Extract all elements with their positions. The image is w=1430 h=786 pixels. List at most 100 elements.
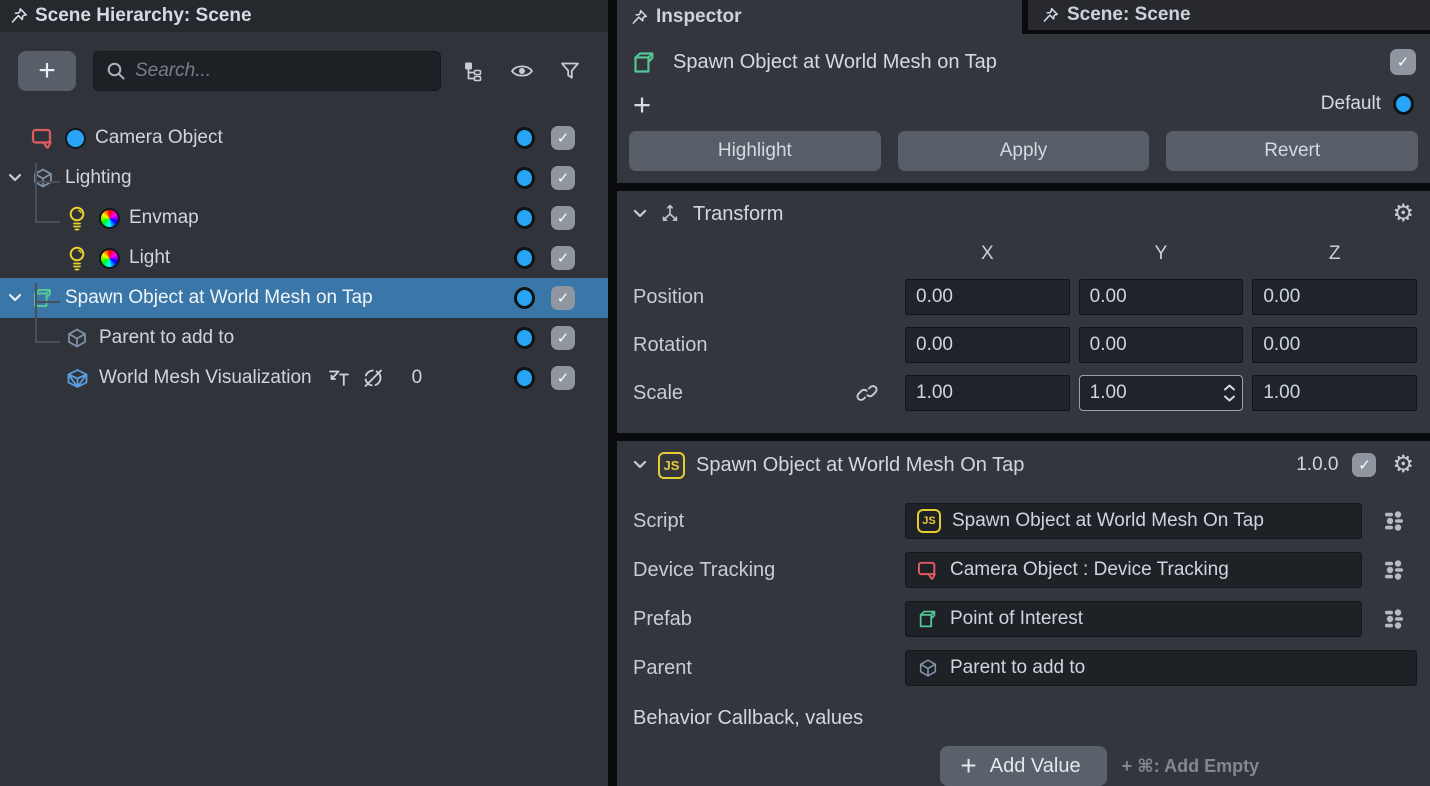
tree-layout-icon[interactable] (462, 60, 485, 83)
script-enabled-checkbox[interactable]: ✓ (1352, 453, 1376, 477)
cube-icon (30, 166, 56, 190)
revert-button[interactable]: Revert (1166, 131, 1418, 171)
tree-row-spawn-object[interactable]: Spawn Object at World Mesh on Tap ✓ (0, 278, 608, 318)
rotation-z-input[interactable] (1252, 327, 1417, 363)
add-component-button[interactable]: + (633, 89, 651, 120)
enabled-checkbox[interactable]: ✓ (551, 126, 575, 150)
script-component-section: JS Spawn Object at World Mesh On Tap 1.0… (617, 441, 1430, 786)
add-object-button[interactable]: + (18, 51, 76, 91)
add-empty-hint: + ⌘: Add Empty (1122, 756, 1430, 777)
enabled-checkbox[interactable]: ✓ (551, 366, 575, 390)
render-layer-dot[interactable] (514, 367, 535, 389)
scene-tree: Camera Object ✓ Lighting ✓ (0, 100, 608, 398)
transform-section: Transform ⚙ X Y Z Position Rotation (617, 191, 1430, 425)
tree-row-envmap[interactable]: Envmap ✓ (0, 198, 608, 238)
script-version: 1.0.0 (1296, 454, 1338, 476)
visibility-eye-icon[interactable] (509, 60, 535, 82)
render-layer-dot[interactable] (514, 127, 535, 149)
tree-guide-line (35, 301, 60, 303)
light-bulb-icon (64, 206, 90, 231)
search-icon (106, 61, 126, 81)
position-z-input[interactable] (1252, 279, 1417, 315)
no-render-icon (361, 366, 385, 390)
apply-button[interactable]: Apply (898, 131, 1150, 171)
search-input[interactable] (135, 60, 428, 82)
link-scale-icon[interactable] (855, 381, 879, 405)
pin-icon (631, 9, 648, 26)
layer-color-swatch (65, 128, 86, 149)
scale-z-input[interactable] (1252, 375, 1417, 411)
lens-studio-window: Scene Hierarchy: Scene + (0, 0, 1430, 786)
object-picker-icon[interactable] (1371, 558, 1417, 582)
render-layer-dot[interactable] (514, 287, 535, 309)
render-order-count: 0 (412, 367, 423, 389)
prefab-box-icon (917, 608, 939, 630)
light-bulb-icon (64, 246, 90, 271)
scene-hierarchy-panel: Scene Hierarchy: Scene + (0, 0, 608, 786)
chevron-down-icon[interactable] (0, 173, 30, 183)
search-box[interactable] (93, 51, 441, 91)
prefab-action-buttons: Highlight Apply Revert (617, 131, 1430, 171)
color-wheel-swatch (99, 248, 120, 269)
section-divider (617, 433, 1430, 441)
enabled-checkbox[interactable]: ✓ (551, 326, 575, 350)
rotation-y-input[interactable] (1079, 327, 1244, 363)
object-picker-icon[interactable] (1371, 509, 1417, 533)
render-layer-dot[interactable] (514, 167, 535, 189)
object-picker-icon[interactable] (1371, 607, 1417, 631)
tree-row-parent-to-add-to[interactable]: Parent to add to ✓ (0, 318, 608, 358)
tab-scene[interactable]: Scene: Scene (1028, 0, 1430, 34)
prefab-field-row: Prefab Point of Interest (617, 601, 1430, 637)
pin-icon (10, 7, 28, 25)
tree-guide-line (35, 181, 60, 183)
axis-z-label: Z (1252, 243, 1417, 265)
camera-icon (917, 561, 939, 580)
object-enabled-checkbox[interactable]: ✓ (1390, 49, 1416, 75)
parent-value-field[interactable]: Parent to add to (905, 650, 1417, 686)
prefab-value-field[interactable]: Point of Interest (905, 601, 1362, 637)
default-layer-label: Default (1321, 93, 1381, 115)
transform-axes-icon (658, 202, 682, 226)
gear-icon[interactable]: ⚙ (1392, 202, 1414, 226)
render-layer-dot[interactable] (514, 207, 535, 229)
color-wheel-swatch (99, 208, 120, 229)
device-tracking-value-field[interactable]: Camera Object : Device Tracking (905, 552, 1362, 588)
add-value-button[interactable]: + Add Value (940, 746, 1106, 786)
enabled-checkbox[interactable]: ✓ (551, 246, 575, 270)
rotation-x-input[interactable] (905, 327, 1070, 363)
tree-row-world-mesh-visualization[interactable]: World Mesh Visualization 0 ✓ (0, 358, 608, 398)
scale-row: Scale (617, 375, 1430, 425)
tree-guide-line (35, 341, 60, 343)
parent-field-row: Parent Parent to add to (617, 650, 1430, 686)
script-field-row: Script JS Spawn Object at World Mesh On … (617, 503, 1430, 539)
section-title: Transform (693, 203, 783, 226)
position-y-input[interactable] (1079, 279, 1244, 315)
script-value-field[interactable]: JS Spawn Object at World Mesh On Tap (905, 503, 1362, 539)
tab-inspector[interactable]: Inspector (617, 0, 1022, 34)
plus-icon: + (960, 752, 976, 780)
chevron-down-icon[interactable] (633, 460, 647, 470)
render-layer-dot[interactable] (514, 327, 535, 349)
chevron-down-icon[interactable] (0, 293, 30, 303)
default-layer-dot[interactable] (1393, 93, 1414, 115)
stepper-arrows[interactable] (1223, 384, 1236, 403)
tree-row-lighting[interactable]: Lighting ✓ (0, 158, 608, 198)
scale-x-input[interactable] (905, 375, 1070, 411)
render-order-icon (326, 367, 350, 389)
chevron-down-icon[interactable] (633, 209, 647, 219)
enabled-checkbox[interactable]: ✓ (551, 206, 575, 230)
scale-y-input[interactable] (1079, 375, 1244, 411)
gear-icon[interactable]: ⚙ (1392, 453, 1414, 477)
tree-row-light[interactable]: Light ✓ (0, 238, 608, 278)
filter-icon[interactable] (559, 60, 581, 82)
tree-row-camera-object[interactable]: Camera Object ✓ (0, 118, 608, 158)
position-x-input[interactable] (905, 279, 1070, 315)
inspector-panel: Inspector Scene: Scene Spawn Object at W… (617, 0, 1430, 786)
enabled-checkbox[interactable]: ✓ (551, 166, 575, 190)
camera-icon (30, 128, 56, 149)
highlight-button[interactable]: Highlight (629, 131, 881, 171)
pin-icon (1042, 7, 1059, 24)
enabled-checkbox[interactable]: ✓ (551, 286, 575, 310)
render-layer-dot[interactable] (514, 247, 535, 269)
prefab-box-icon (631, 49, 658, 76)
